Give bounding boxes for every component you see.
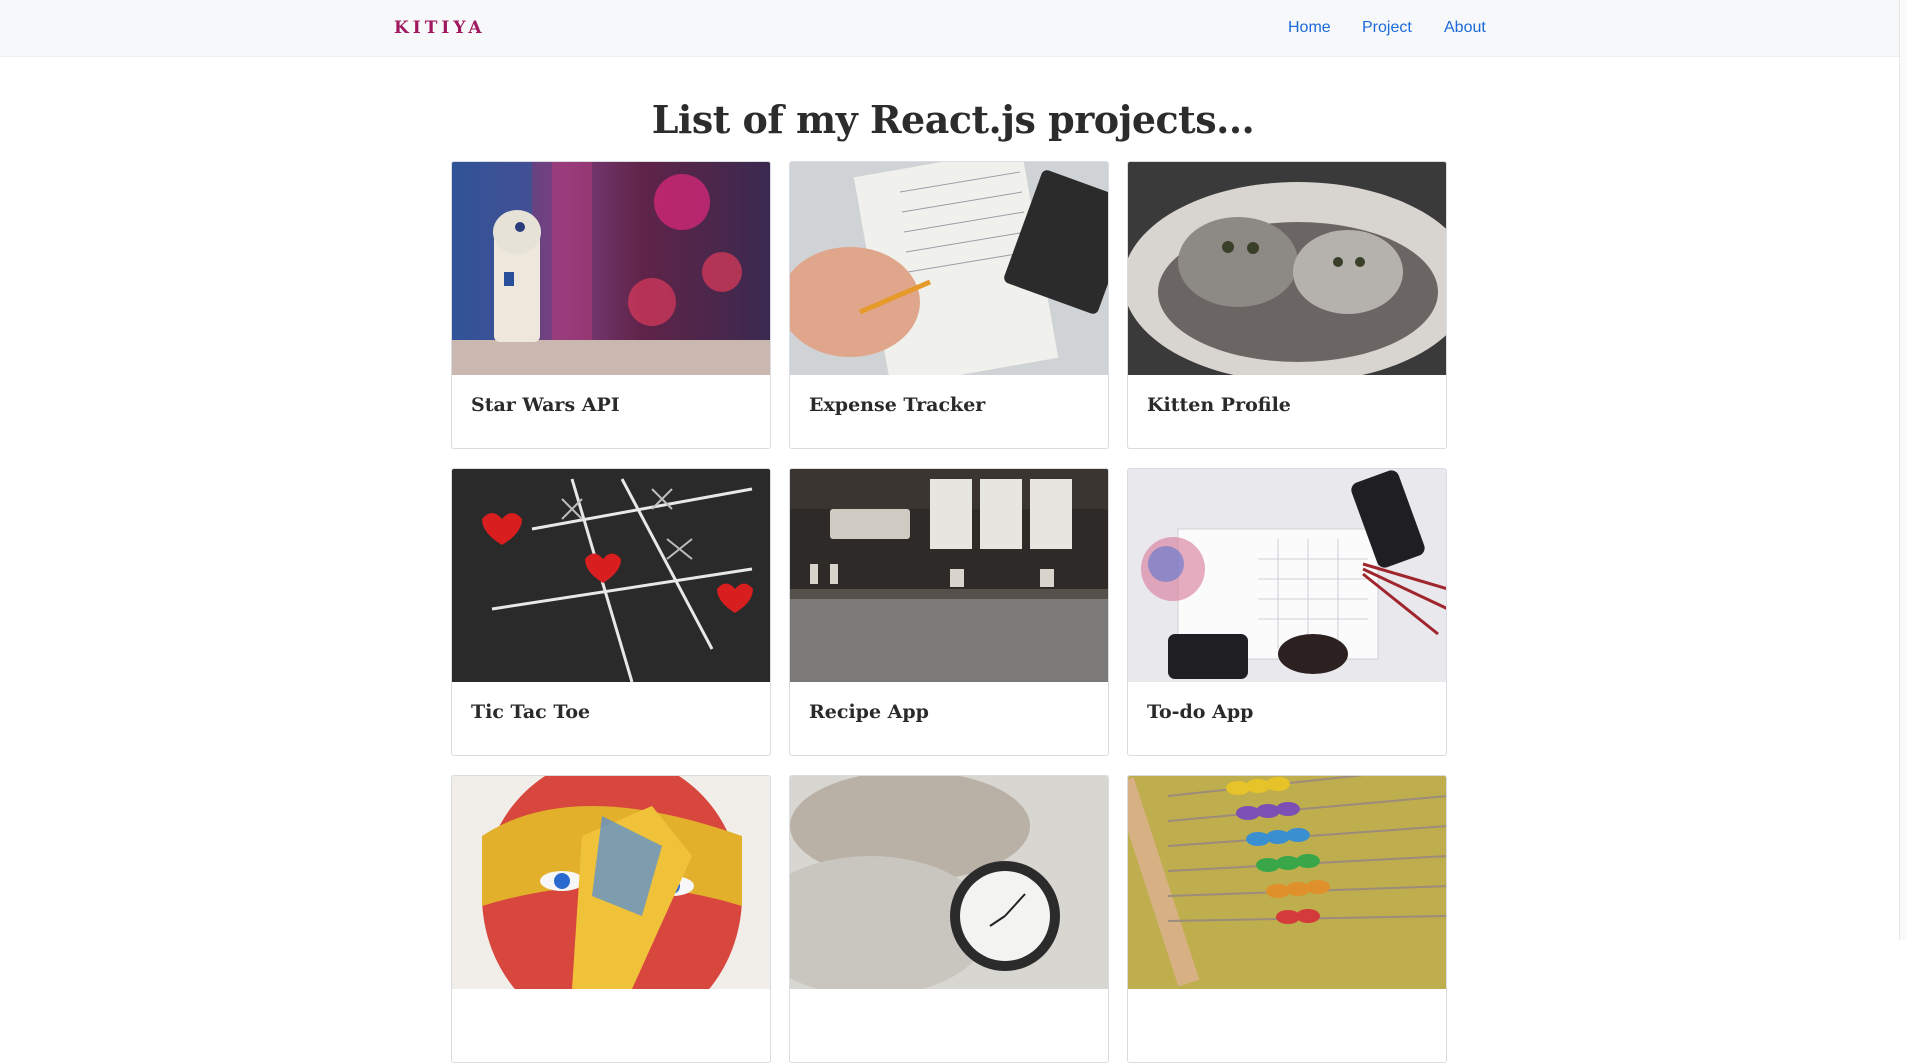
project-card-todo-app[interactable]: To-do App	[1127, 468, 1447, 756]
project-card-9[interactable]	[1127, 775, 1447, 1063]
page-title: List of my React.js projects...	[651, 97, 1255, 142]
receipts-photo-image	[790, 162, 1108, 375]
page-scrollbar[interactable]	[1899, 0, 1906, 940]
project-card-expense-tracker[interactable]: Expense Tracker	[789, 161, 1109, 449]
project-card-kitten-profile[interactable]: Kitten Profile	[1127, 161, 1447, 449]
project-title: Kitten Profile	[1147, 394, 1291, 416]
nav-link-about[interactable]: About	[1444, 19, 1486, 37]
tictactoe-photo-image	[452, 469, 770, 682]
project-card-recipe-app[interactable]: Recipe App	[789, 468, 1109, 756]
project-title: To-do App	[1147, 701, 1254, 723]
project-title: Recipe App	[809, 701, 929, 723]
kittens-photo-image	[1128, 162, 1446, 375]
project-title: Tic Tac Toe	[471, 701, 591, 723]
pocket-watch-photo-image	[790, 776, 1108, 989]
nav-link-project[interactable]: Project	[1362, 19, 1412, 37]
cafe-photo-image	[790, 469, 1108, 682]
calendar-photo-image	[1128, 469, 1446, 682]
painted-face-photo-image	[452, 776, 770, 989]
nav-link-home[interactable]: Home	[1288, 19, 1331, 37]
abacus-photo-image	[1128, 776, 1446, 989]
project-card-7[interactable]	[451, 775, 771, 1063]
top-navbar: KITIYA Home Project About	[0, 0, 1906, 57]
project-card-star-wars[interactable]: Star Wars API	[451, 161, 771, 449]
r2d2-photo-image	[452, 162, 770, 375]
brand-logo[interactable]: KITIYA	[394, 18, 486, 38]
project-card-8[interactable]	[789, 775, 1109, 1063]
project-title: Star Wars API	[471, 394, 620, 416]
project-title: Expense Tracker	[809, 394, 986, 416]
project-card-tic-tac-toe[interactable]: Tic Tac Toe	[451, 468, 771, 756]
